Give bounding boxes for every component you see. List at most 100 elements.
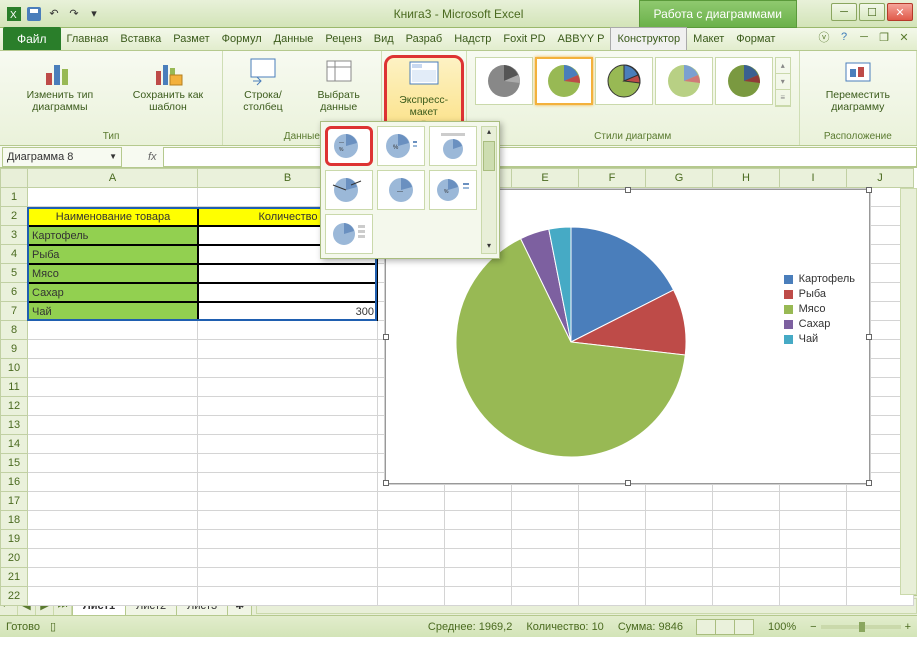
layout-scrollbar[interactable]: ▴▾: [481, 126, 497, 254]
move-chart-button[interactable]: Переместить диаграмму: [804, 53, 912, 115]
excel-icon: X: [6, 6, 22, 22]
row-header-2[interactable]: 2: [0, 207, 28, 226]
save-icon[interactable]: [26, 6, 42, 22]
qat-more-icon[interactable]: ▾: [86, 6, 102, 22]
tab-addins[interactable]: Надстр: [448, 27, 497, 50]
tab-chart-layout[interactable]: Макет: [687, 27, 730, 50]
tab-insert[interactable]: Вставка: [114, 27, 167, 50]
tab-home[interactable]: Главная: [61, 27, 115, 50]
row-header-20[interactable]: 20: [0, 549, 28, 568]
tab-foxit[interactable]: Foxit PD: [497, 27, 551, 50]
move-chart-label: Переместить диаграмму: [808, 89, 908, 113]
doc-minimize-icon[interactable]: ─: [857, 30, 871, 44]
chart-style-4[interactable]: [655, 57, 713, 105]
zoom-slider[interactable]: − +: [810, 621, 911, 633]
row-header-9[interactable]: 9: [0, 340, 28, 359]
quick-layout-dropdown: —% % — % ▴▾: [320, 121, 500, 259]
layout-option-2[interactable]: %: [377, 126, 425, 166]
row-header-16[interactable]: 16: [0, 473, 28, 492]
quick-access-toolbar: X ↶ ↷ ▾: [0, 6, 102, 22]
row-header-10[interactable]: 10: [0, 359, 28, 378]
tab-developer[interactable]: Разраб: [400, 27, 449, 50]
formula-input[interactable]: [163, 147, 917, 167]
minimize-ribbon-icon[interactable]: ⓥ: [817, 30, 831, 44]
change-chart-type-button[interactable]: Изменить тип диаграммы: [4, 53, 116, 115]
save-template-button[interactable]: Сохранить как шаблон: [118, 53, 218, 115]
zoom-level[interactable]: 100%: [768, 621, 796, 633]
select-all-corner[interactable]: [0, 168, 28, 188]
fx-icon[interactable]: fx: [148, 151, 157, 163]
tab-abbyy[interactable]: ABBYY P: [552, 27, 611, 50]
row-header-13[interactable]: 13: [0, 416, 28, 435]
row-header-21[interactable]: 21: [0, 568, 28, 587]
row-header-6[interactable]: 6: [0, 283, 28, 302]
row-header-7[interactable]: 7: [0, 302, 28, 321]
legend-swatch: [784, 290, 793, 299]
col-header-H[interactable]: H: [713, 168, 780, 188]
layout-option-1[interactable]: —%: [325, 126, 373, 166]
chart-style-2[interactable]: [535, 57, 593, 105]
chart-style-3[interactable]: [595, 57, 653, 105]
row-header-3[interactable]: 3: [0, 226, 28, 245]
legend-label: Рыба: [799, 288, 826, 300]
row-header-19[interactable]: 19: [0, 530, 28, 549]
tab-format[interactable]: Формат: [730, 27, 781, 50]
row-header-5[interactable]: 5: [0, 264, 28, 283]
maximize-button[interactable]: ☐: [859, 3, 885, 21]
doc-close-icon[interactable]: ✕: [897, 30, 911, 44]
row-header-4[interactable]: 4: [0, 245, 28, 264]
file-tab[interactable]: Файл: [3, 27, 61, 50]
chart-style-5[interactable]: [715, 57, 773, 105]
tab-review[interactable]: Реценз: [319, 27, 367, 50]
redo-icon[interactable]: ↷: [66, 6, 82, 22]
col-header-E[interactable]: E: [512, 168, 579, 188]
group-data-label: Данные: [284, 129, 320, 143]
status-sum: Сумма: 9846: [618, 621, 683, 633]
tab-formulas[interactable]: Формул: [216, 27, 268, 50]
layout-option-7[interactable]: [325, 214, 373, 254]
svg-text:%: %: [339, 147, 344, 153]
select-data-button[interactable]: Выбрать данные: [301, 53, 377, 115]
zoom-in-icon[interactable]: +: [905, 621, 911, 633]
legend-swatch: [784, 305, 793, 314]
row-header-18[interactable]: 18: [0, 511, 28, 530]
name-box[interactable]: Диаграмма 8▼: [2, 147, 122, 167]
col-header-I[interactable]: I: [780, 168, 847, 188]
svg-text:X: X: [10, 10, 17, 21]
zoom-out-icon[interactable]: −: [810, 621, 816, 633]
tab-design[interactable]: Конструктор: [610, 27, 687, 50]
col-header-G[interactable]: G: [646, 168, 713, 188]
row-header-22[interactable]: 22: [0, 587, 28, 606]
col-header-J[interactable]: J: [847, 168, 914, 188]
layout-option-5[interactable]: —: [377, 170, 425, 210]
doc-restore-icon[interactable]: ❐: [877, 30, 891, 44]
row-header-14[interactable]: 14: [0, 435, 28, 454]
layout-option-4[interactable]: [325, 170, 373, 210]
col-header-F[interactable]: F: [579, 168, 646, 188]
close-button[interactable]: ✕: [887, 3, 913, 21]
tab-view[interactable]: Вид: [368, 27, 400, 50]
vertical-scrollbar[interactable]: [900, 188, 917, 595]
row-header-17[interactable]: 17: [0, 492, 28, 511]
row-header-8[interactable]: 8: [0, 321, 28, 340]
switch-rowcol-button[interactable]: Строка/столбец: [227, 53, 299, 115]
undo-icon[interactable]: ↶: [46, 6, 62, 22]
row-header-15[interactable]: 15: [0, 454, 28, 473]
row-header-1[interactable]: 1: [0, 188, 28, 207]
view-buttons[interactable]: [697, 619, 754, 635]
layout-option-6[interactable]: %: [429, 170, 477, 210]
macro-record-icon[interactable]: ▯: [50, 620, 56, 633]
styles-scroll[interactable]: ▴▾≡: [775, 57, 791, 107]
help-icon[interactable]: ?: [837, 30, 851, 44]
quick-layout-label: Экспресс-макет: [393, 94, 455, 118]
layout-option-3[interactable]: [429, 126, 477, 166]
svg-text:—: —: [397, 189, 403, 195]
chart-style-1[interactable]: [475, 57, 533, 105]
legend-label: Картофель: [799, 273, 855, 285]
minimize-button[interactable]: ─: [831, 3, 857, 21]
row-header-12[interactable]: 12: [0, 397, 28, 416]
row-header-11[interactable]: 11: [0, 378, 28, 397]
col-header-A[interactable]: A: [28, 168, 198, 188]
tab-layout[interactable]: Размет: [167, 27, 215, 50]
tab-data[interactable]: Данные: [268, 27, 320, 50]
